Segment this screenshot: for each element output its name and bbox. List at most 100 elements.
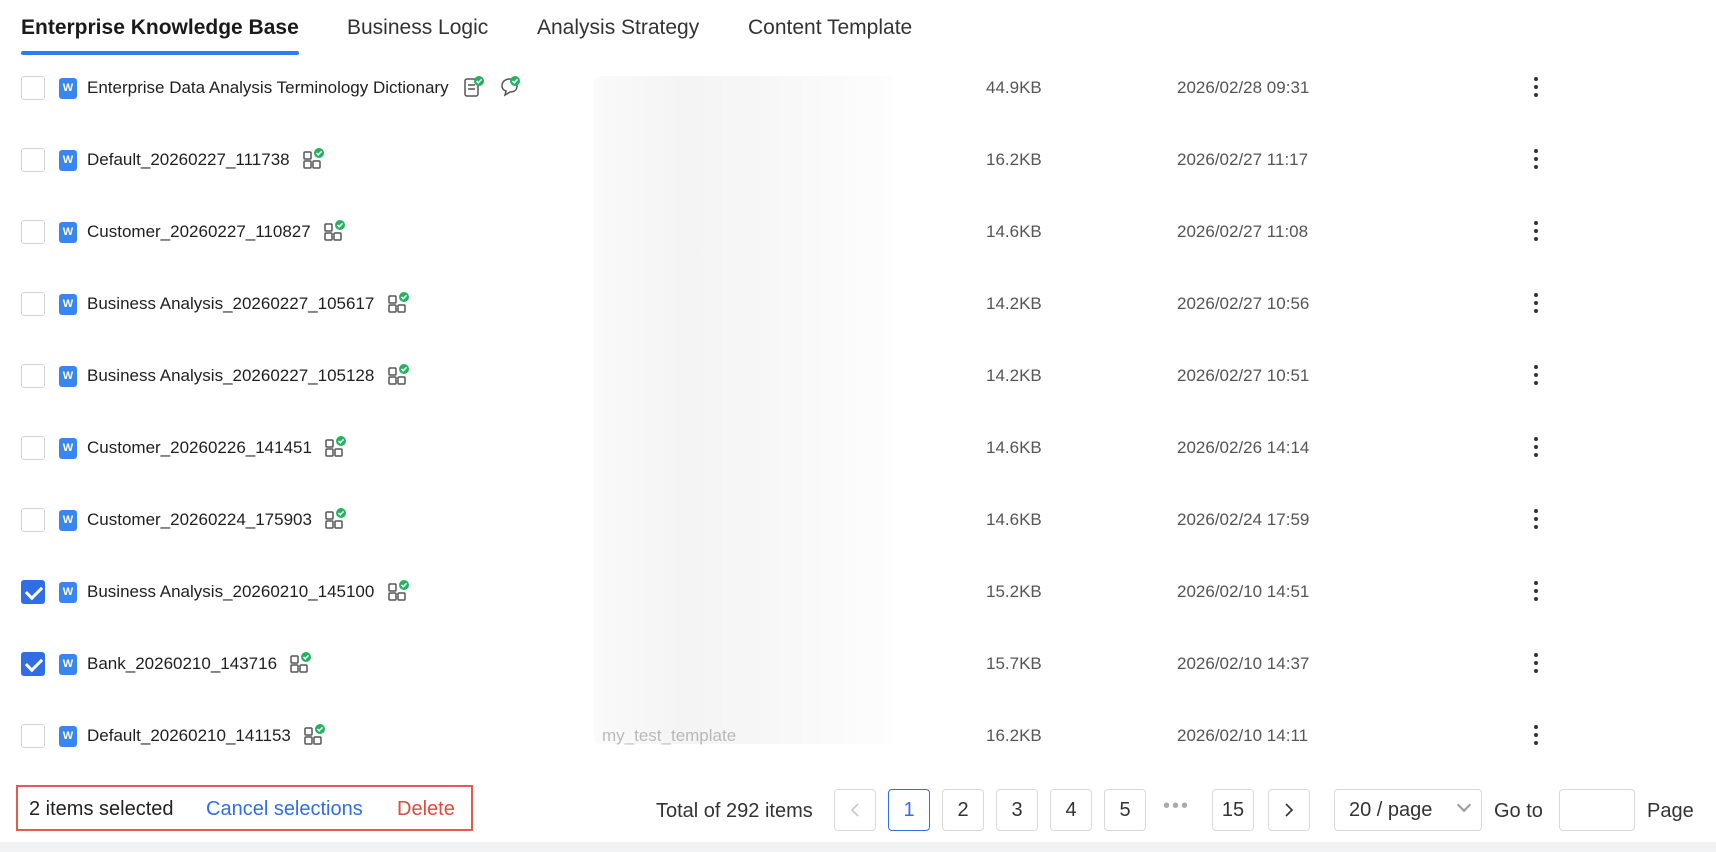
file-date: 2026/02/27 11:08	[1177, 222, 1309, 241]
page-size-value: 20 / page	[1349, 799, 1433, 821]
goto-label: Go to	[1494, 800, 1543, 822]
more-actions-icon[interactable]	[1526, 291, 1546, 315]
page-2-button[interactable]: 2	[942, 789, 984, 831]
grid-check-icon	[325, 508, 347, 530]
file-date: 2026/02/24 17:59	[1177, 510, 1310, 529]
prev-page-button[interactable]	[834, 789, 876, 831]
grid-check-icon	[388, 580, 410, 602]
selection-bar: 2 items selected Cancel selections Delet…	[16, 785, 473, 831]
row-checkbox[interactable]	[21, 148, 45, 172]
file-size: 14.6KB	[986, 510, 1042, 529]
file-name[interactable]: Business Analysis_20260210_145100	[87, 582, 374, 602]
page-1-button[interactable]: 1	[888, 789, 930, 831]
grid-check-icon	[323, 220, 346, 242]
file-date: 2026/02/27 10:56	[1177, 294, 1310, 313]
obscured-column-overlay	[594, 76, 892, 744]
chevron-left-icon	[850, 803, 859, 817]
grid-check-icon	[388, 292, 410, 314]
more-actions-icon[interactable]	[1526, 75, 1546, 99]
row-checkbox[interactable]	[21, 76, 45, 100]
word-document-icon: W	[59, 150, 77, 171]
file-size: 14.6KB	[986, 222, 1042, 241]
page-4-button[interactable]: 4	[1050, 789, 1092, 831]
file-size: 14.6KB	[986, 438, 1042, 457]
more-actions-icon[interactable]	[1526, 723, 1546, 747]
word-document-icon: W	[59, 366, 77, 387]
goto-page-input[interactable]	[1559, 789, 1635, 831]
document-check-icon	[463, 76, 485, 98]
selected-count: 2 items selected	[29, 798, 174, 820]
word-document-icon: W	[59, 654, 77, 675]
row-checkbox[interactable]	[21, 292, 45, 316]
row-checkbox[interactable]	[21, 724, 45, 748]
grid-check-icon	[388, 364, 410, 386]
more-actions-icon[interactable]	[1526, 651, 1546, 675]
cancel-selections-link[interactable]: Cancel selections	[206, 798, 363, 821]
row-checkbox[interactable]	[21, 652, 45, 676]
page-size-select[interactable]: 20 / page	[1334, 789, 1482, 831]
file-size: 14.2KB	[986, 294, 1042, 313]
chevron-right-icon	[1285, 803, 1294, 817]
grid-check-icon	[304, 724, 326, 746]
word-document-icon: W	[59, 726, 77, 747]
tab-enterprise-knowledge-base[interactable]: Enterprise Knowledge Base	[21, 16, 299, 40]
file-date: 2026/02/10 14:37	[1177, 654, 1310, 673]
chevron-down-icon	[1456, 797, 1472, 813]
page-5-button[interactable]: 5	[1104, 789, 1146, 831]
more-actions-icon[interactable]	[1526, 579, 1546, 603]
more-actions-icon[interactable]	[1526, 363, 1546, 387]
word-document-icon: W	[59, 78, 77, 99]
file-name[interactable]: Bank_20260210_143716	[87, 654, 277, 674]
tab-bar: Enterprise Knowledge Base Business Logic…	[0, 0, 1716, 60]
delete-link[interactable]: Delete	[397, 798, 455, 821]
more-actions-icon[interactable]	[1526, 435, 1546, 459]
file-name[interactable]: Customer_20260227_110827	[87, 222, 311, 242]
file-size: 15.7KB	[986, 654, 1042, 673]
row-checkbox[interactable]	[21, 508, 45, 532]
word-document-icon: W	[59, 510, 77, 531]
page-3-button[interactable]: 3	[996, 789, 1038, 831]
tab-analysis-strategy[interactable]: Analysis Strategy	[537, 16, 699, 40]
pagination-ellipsis[interactable]: •••	[1163, 795, 1190, 818]
file-size: 16.2KB	[986, 726, 1042, 745]
file-size: 16.2KB	[986, 150, 1042, 169]
obscured-text: my_test_template	[602, 726, 737, 745]
next-page-button[interactable]	[1268, 789, 1310, 831]
tab-content-template[interactable]: Content Template	[748, 16, 912, 40]
file-name[interactable]: Customer_20260226_141451	[87, 438, 312, 458]
file-date: 2026/02/28 09:31	[1177, 78, 1310, 97]
file-name[interactable]: Enterprise Data Analysis Terminology Dic…	[87, 78, 449, 98]
bottom-strip	[0, 842, 1716, 852]
more-actions-icon[interactable]	[1526, 147, 1546, 171]
word-document-icon: W	[59, 582, 77, 603]
row-checkbox[interactable]	[21, 220, 45, 244]
word-document-icon: W	[59, 222, 77, 243]
file-date: 2026/02/27 10:51	[1177, 366, 1310, 385]
grid-check-icon	[290, 652, 312, 674]
chat-check-icon	[499, 76, 521, 98]
row-checkbox[interactable]	[21, 580, 45, 604]
word-document-icon: W	[59, 438, 77, 459]
file-date: 2026/02/26 14:14	[1177, 438, 1310, 457]
page-15-button[interactable]: 15	[1212, 789, 1254, 831]
file-name[interactable]: Default_20260227_111738	[87, 150, 290, 170]
file-name[interactable]: Business Analysis_20260227_105128	[87, 366, 374, 386]
more-actions-icon[interactable]	[1526, 219, 1546, 243]
file-name[interactable]: Business Analysis_20260227_105617	[87, 294, 374, 314]
file-date: 2026/02/27 11:17	[1177, 150, 1309, 169]
word-document-icon: W	[59, 294, 77, 315]
file-size: 14.2KB	[986, 366, 1042, 385]
file-name[interactable]: Customer_20260224_175903	[87, 510, 312, 530]
grid-check-icon	[325, 436, 347, 458]
file-name[interactable]: Default_20260210_141153	[87, 726, 291, 746]
file-size: 44.9KB	[986, 78, 1042, 97]
row-checkbox[interactable]	[21, 436, 45, 460]
total-items: Total of 292 items	[656, 800, 813, 822]
more-actions-icon[interactable]	[1526, 507, 1546, 531]
file-date: 2026/02/10 14:51	[1177, 582, 1310, 601]
tab-business-logic[interactable]: Business Logic	[347, 16, 488, 40]
row-checkbox[interactable]	[21, 364, 45, 388]
page-label: Page	[1647, 800, 1694, 822]
grid-check-icon	[302, 148, 325, 170]
file-size: 15.2KB	[986, 582, 1042, 601]
